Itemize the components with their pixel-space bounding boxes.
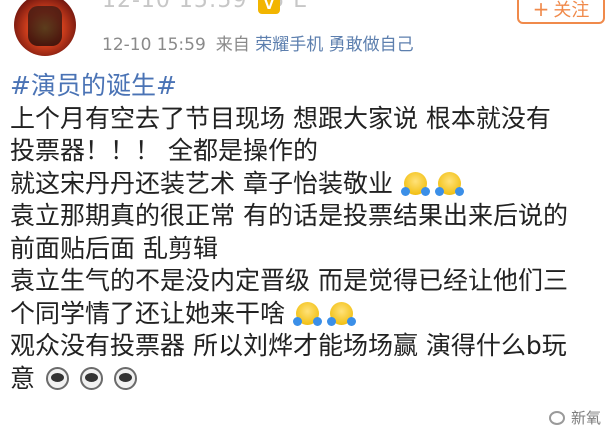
hashtag-link[interactable]: #演员的诞生# <box>10 71 177 100</box>
shocked-face-emoji-icon <box>45 366 69 390</box>
hug-emoji-icon <box>326 301 356 326</box>
hug-emoji-icon <box>400 171 430 196</box>
watermark-text: 新氧 <box>570 409 601 427</box>
post-time: 12-10 15:59 <box>102 35 206 55</box>
post-line: 上个月有空去了节目现场 想跟大家说 根本就没有 <box>10 103 551 133</box>
post-line: 袁立那期真的很正常 有的话是投票结果出来后说的 <box>10 201 568 230</box>
post-line: 袁立生气的不是没内定晋级 而是觉得已经让他们三 <box>10 266 568 295</box>
follow-button[interactable]: + 关注 <box>517 0 605 24</box>
follow-label: 关注 <box>553 0 590 21</box>
avatar[interactable] <box>14 0 76 56</box>
plus-icon: + <box>532 0 550 21</box>
hug-emoji-icon <box>434 171 464 196</box>
post-line: 投票器！！！ 全都是操作的 <box>10 136 318 165</box>
shocked-face-emoji-icon <box>113 366 137 390</box>
wechat-logo-icon <box>548 411 565 425</box>
avatar-image <box>28 6 62 46</box>
post-line: 个同学情了还让她来干啥 <box>10 298 286 328</box>
post-line: 观众没有投票器 所以刘烨才能场场赢 演得什么b玩 <box>10 331 567 360</box>
post-meta: 12-10 15:59 来自 荣耀手机 勇敢做自己 <box>102 30 414 55</box>
hug-emoji-icon <box>292 301 322 326</box>
post-content: #演员的诞生# 上个月有空去了节目现场 想跟大家说 根本就没有 投票器！！！ 全… <box>10 70 610 395</box>
shocked-face-emoji-icon <box>79 366 103 390</box>
source-prefix: 来自 <box>215 35 250 55</box>
watermark: 新氧 <box>548 407 601 428</box>
vip-badge-icon: V <box>258 0 280 14</box>
post-line: 意 <box>10 363 36 393</box>
post-line: 前面贴后面 乱剪辑 <box>10 233 218 263</box>
device-source[interactable]: 荣耀手机 勇敢做自己 <box>255 35 413 55</box>
post-line: 就这宋丹丹还装艺术 章子怡装敬业 <box>10 168 393 198</box>
